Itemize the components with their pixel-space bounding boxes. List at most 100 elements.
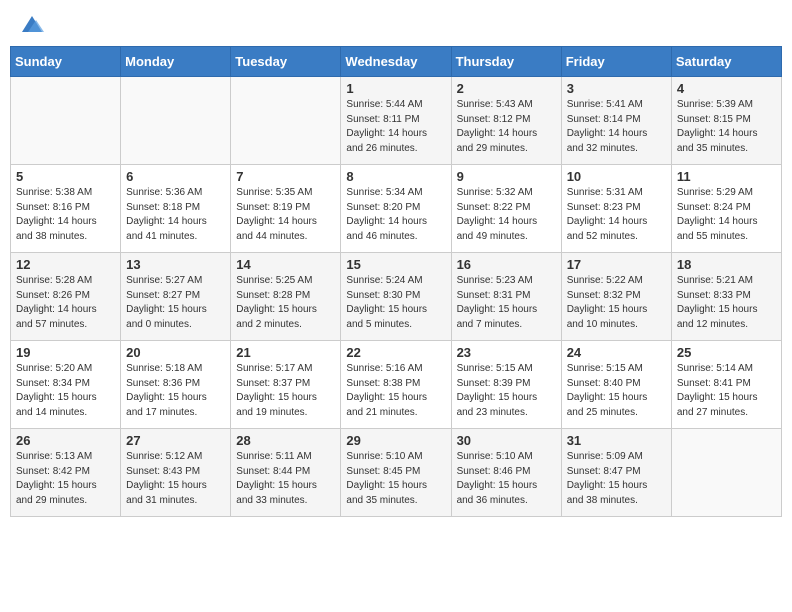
day-number: 14 (236, 257, 335, 272)
day-number: 31 (567, 433, 666, 448)
day-info: Sunrise: 5:23 AM Sunset: 8:31 PM Dayligh… (457, 274, 556, 332)
calendar-cell: 22 Sunrise: 5:16 AM Sunset: 8:38 PM Dayli… (341, 341, 451, 429)
day-header-sunday: Sunday (11, 47, 121, 77)
calendar-week-row: 26Sunrise: 5:13 AM Sunset: 8:42 PM Dayli… (11, 429, 782, 517)
day-number: 1 (346, 81, 445, 96)
day-number: 18 (677, 257, 776, 272)
day-number: 15 (346, 257, 445, 272)
calendar-cell: 15Sunrise: 5:24 AM Sunset: 8:30 PM Dayli… (341, 253, 451, 341)
calendar-cell: 30 Sunrise: 5:10 AM Sunset: 8:46 PM Dayli… (451, 429, 561, 517)
calendar-cell (121, 77, 231, 165)
calendar-cell: 11Sunrise: 5:29 AM Sunset: 8:24 PM Dayli… (671, 165, 781, 253)
calendar-cell: 27Sunrise: 5:12 AM Sunset: 8:43 PM Dayli… (121, 429, 231, 517)
day-number: 7 (236, 169, 335, 184)
logo-icon (18, 10, 46, 38)
calendar-cell: 25 Sunrise: 5:14 AM Sunset: 8:41 PM Dayli… (671, 341, 781, 429)
calendar-cell: 6Sunrise: 5:36 AM Sunset: 8:18 PM Daylig… (121, 165, 231, 253)
day-info: Sunrise: 5:44 AM Sunset: 8:11 PM Dayligh… (346, 98, 445, 156)
day-info: Sunrise: 5:15 AM Sunset: 8:40 PM Dayligh… (567, 362, 666, 420)
day-info: Sunrise: 5:10 AM Sunset: 8:46 PM Dayligh… (457, 450, 556, 508)
day-info: Sunrise: 5:21 AM Sunset: 8:33 PM Dayligh… (677, 274, 776, 332)
day-number: 12 (16, 257, 115, 272)
calendar-cell: 31 Sunrise: 5:09 AM Sunset: 8:47 PM Dayli… (561, 429, 671, 517)
day-number: 2 (457, 81, 556, 96)
day-number: 4 (677, 81, 776, 96)
day-number: 16 (457, 257, 556, 272)
calendar-cell: 14 Sunrise: 5:25 AM Sunset: 8:28 PM Dayli… (231, 253, 341, 341)
day-header-friday: Friday (561, 47, 671, 77)
calendar-table: SundayMondayTuesdayWednesdayThursdayFrid… (10, 46, 782, 517)
calendar-cell: 1 Sunrise: 5:44 AM Sunset: 8:11 PM Daylig… (341, 77, 451, 165)
day-number: 25 (677, 345, 776, 360)
day-info: Sunrise: 5:16 AM Sunset: 8:38 PM Dayligh… (346, 362, 445, 420)
calendar-cell: 2 Sunrise: 5:43 AM Sunset: 8:12 PM Daylig… (451, 77, 561, 165)
calendar-cell: 29 Sunrise: 5:10 AM Sunset: 8:45 PM Dayli… (341, 429, 451, 517)
day-info: Sunrise: 5:25 AM Sunset: 8:28 PM Dayligh… (236, 274, 335, 332)
calendar-cell: 13 Sunrise: 5:27 AM Sunset: 8:27 PM Dayli… (121, 253, 231, 341)
day-info: Sunrise: 5:39 AM Sunset: 8:15 PM Dayligh… (677, 98, 776, 156)
day-number: 5 (16, 169, 115, 184)
calendar-header-row: SundayMondayTuesdayWednesdayThursdayFrid… (11, 47, 782, 77)
calendar-week-row: 1 Sunrise: 5:44 AM Sunset: 8:11 PM Daylig… (11, 77, 782, 165)
calendar-week-row: 5 Sunrise: 5:38 AM Sunset: 8:16 PM Daylig… (11, 165, 782, 253)
day-info: Sunrise: 5:35 AM Sunset: 8:19 PM Dayligh… (236, 186, 335, 244)
calendar-cell: 20Sunrise: 5:18 AM Sunset: 8:36 PM Dayli… (121, 341, 231, 429)
day-number: 10 (567, 169, 666, 184)
calendar-cell: 23 Sunrise: 5:15 AM Sunset: 8:39 PM Dayli… (451, 341, 561, 429)
day-number: 29 (346, 433, 445, 448)
calendar-week-row: 12 Sunrise: 5:28 AM Sunset: 8:26 PM Dayli… (11, 253, 782, 341)
day-info: Sunrise: 5:22 AM Sunset: 8:32 PM Dayligh… (567, 274, 666, 332)
day-info: Sunrise: 5:31 AM Sunset: 8:23 PM Dayligh… (567, 186, 666, 244)
calendar-cell: 3 Sunrise: 5:41 AM Sunset: 8:14 PM Daylig… (561, 77, 671, 165)
calendar-week-row: 19Sunrise: 5:20 AM Sunset: 8:34 PM Dayli… (11, 341, 782, 429)
day-number: 28 (236, 433, 335, 448)
calendar-cell: 17 Sunrise: 5:22 AM Sunset: 8:32 PM Dayli… (561, 253, 671, 341)
day-number: 8 (346, 169, 445, 184)
day-number: 17 (567, 257, 666, 272)
logo (14, 10, 46, 38)
day-info: Sunrise: 5:14 AM Sunset: 8:41 PM Dayligh… (677, 362, 776, 420)
calendar-cell: 28 Sunrise: 5:11 AM Sunset: 8:44 PM Dayli… (231, 429, 341, 517)
calendar-cell: 7 Sunrise: 5:35 AM Sunset: 8:19 PM Daylig… (231, 165, 341, 253)
day-info: Sunrise: 5:43 AM Sunset: 8:12 PM Dayligh… (457, 98, 556, 156)
calendar-cell: 4 Sunrise: 5:39 AM Sunset: 8:15 PM Daylig… (671, 77, 781, 165)
day-info: Sunrise: 5:38 AM Sunset: 8:16 PM Dayligh… (16, 186, 115, 244)
day-info: Sunrise: 5:10 AM Sunset: 8:45 PM Dayligh… (346, 450, 445, 508)
day-number: 30 (457, 433, 556, 448)
calendar-cell: 16 Sunrise: 5:23 AM Sunset: 8:31 PM Dayli… (451, 253, 561, 341)
day-number: 3 (567, 81, 666, 96)
day-info: Sunrise: 5:09 AM Sunset: 8:47 PM Dayligh… (567, 450, 666, 508)
day-number: 9 (457, 169, 556, 184)
calendar-cell: 21 Sunrise: 5:17 AM Sunset: 8:37 PM Dayli… (231, 341, 341, 429)
day-info: Sunrise: 5:29 AM Sunset: 8:24 PM Dayligh… (677, 186, 776, 244)
day-number: 24 (567, 345, 666, 360)
day-info: Sunrise: 5:27 AM Sunset: 8:27 PM Dayligh… (126, 274, 225, 332)
calendar-cell: 10 Sunrise: 5:31 AM Sunset: 8:23 PM Dayli… (561, 165, 671, 253)
day-header-wednesday: Wednesday (341, 47, 451, 77)
day-header-monday: Monday (121, 47, 231, 77)
calendar-cell (11, 77, 121, 165)
day-info: Sunrise: 5:15 AM Sunset: 8:39 PM Dayligh… (457, 362, 556, 420)
day-info: Sunrise: 5:12 AM Sunset: 8:43 PM Dayligh… (126, 450, 225, 508)
day-number: 22 (346, 345, 445, 360)
day-header-saturday: Saturday (671, 47, 781, 77)
day-info: Sunrise: 5:28 AM Sunset: 8:26 PM Dayligh… (16, 274, 115, 332)
calendar-cell: 8 Sunrise: 5:34 AM Sunset: 8:20 PM Daylig… (341, 165, 451, 253)
calendar-cell (231, 77, 341, 165)
day-info: Sunrise: 5:41 AM Sunset: 8:14 PM Dayligh… (567, 98, 666, 156)
day-number: 6 (126, 169, 225, 184)
day-number: 21 (236, 345, 335, 360)
calendar-cell: 5 Sunrise: 5:38 AM Sunset: 8:16 PM Daylig… (11, 165, 121, 253)
day-header-thursday: Thursday (451, 47, 561, 77)
day-info: Sunrise: 5:17 AM Sunset: 8:37 PM Dayligh… (236, 362, 335, 420)
day-number: 13 (126, 257, 225, 272)
day-number: 23 (457, 345, 556, 360)
day-info: Sunrise: 5:34 AM Sunset: 8:20 PM Dayligh… (346, 186, 445, 244)
calendar-cell: 24 Sunrise: 5:15 AM Sunset: 8:40 PM Dayli… (561, 341, 671, 429)
calendar-cell (671, 429, 781, 517)
day-info: Sunrise: 5:13 AM Sunset: 8:42 PM Dayligh… (16, 450, 115, 508)
calendar-cell: 12 Sunrise: 5:28 AM Sunset: 8:26 PM Dayli… (11, 253, 121, 341)
day-number: 20 (126, 345, 225, 360)
calendar-cell: 19Sunrise: 5:20 AM Sunset: 8:34 PM Dayli… (11, 341, 121, 429)
day-info: Sunrise: 5:11 AM Sunset: 8:44 PM Dayligh… (236, 450, 335, 508)
